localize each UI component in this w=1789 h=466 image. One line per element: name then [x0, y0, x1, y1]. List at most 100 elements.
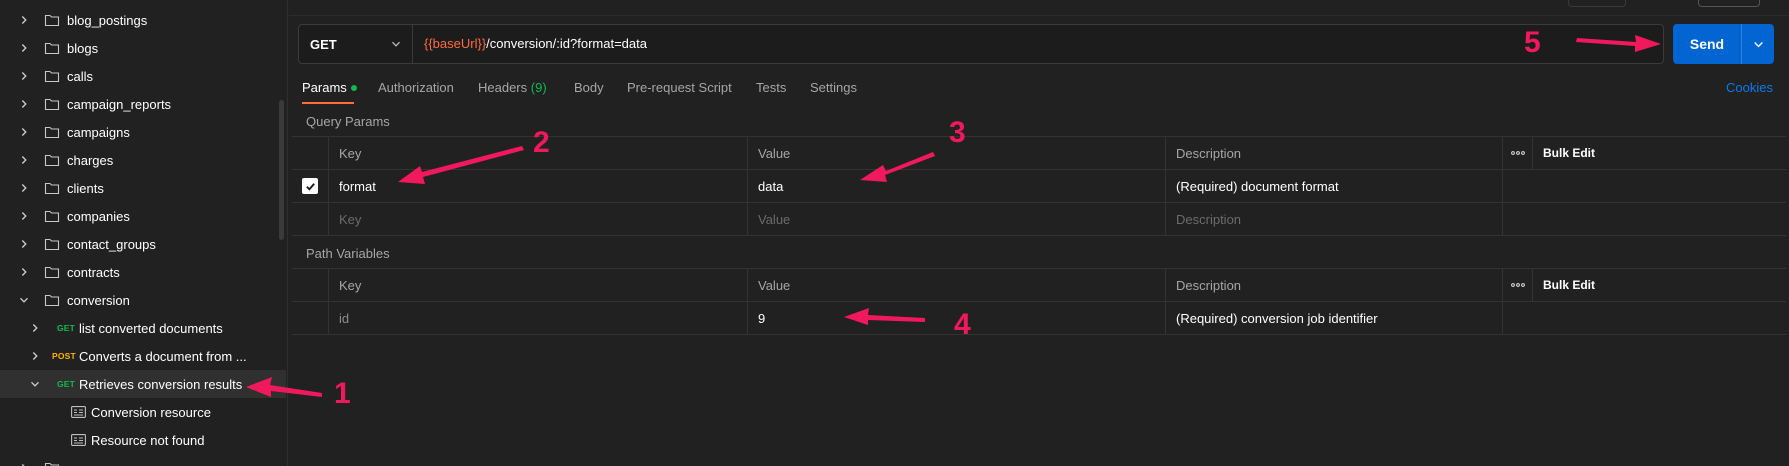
param-key-input[interactable]: format	[329, 170, 748, 202]
chevron-down-icon	[1753, 41, 1763, 48]
path-variables-title: Path Variables	[306, 246, 390, 261]
chevron-right-icon[interactable]	[19, 99, 29, 109]
tab-tests[interactable]: Tests	[756, 80, 786, 95]
url-variable: {{baseUrl}}	[424, 36, 487, 51]
folder-label: conversion	[67, 292, 130, 308]
sidebar-example-item[interactable]: Conversion resource	[0, 398, 286, 426]
annotation-number-4: 4	[954, 308, 971, 341]
folder-icon	[44, 126, 60, 139]
sidebar-folder-contact-groups[interactable]: contact_groups	[0, 230, 286, 258]
chevron-right-icon[interactable]	[19, 71, 29, 81]
bulk-edit-button[interactable]: Bulk Edit	[1533, 269, 1786, 301]
collections-sidebar: blog_postingsblogs calls campaign_reportsc…	[0, 0, 288, 466]
params-active-dot	[350, 85, 357, 91]
row-spacer	[1503, 170, 1533, 202]
sidebar-folder-blog-postings[interactable]: blog_postings	[0, 6, 286, 34]
folder-icon	[44, 210, 60, 223]
tab-body[interactable]: Body	[574, 80, 604, 95]
folder-label: calls	[67, 68, 94, 84]
folder-label: contact_groups	[67, 236, 156, 252]
check-icon	[305, 182, 315, 191]
annotation-number-5: 5	[1524, 26, 1541, 59]
more-options-icon[interactable]	[1503, 137, 1533, 169]
request-label: list converted documents	[79, 320, 223, 336]
folder-icon	[44, 238, 60, 251]
new-value-input[interactable]: Value	[748, 203, 1166, 235]
folder-label: blogs	[67, 40, 99, 56]
empty-check-cell	[292, 203, 329, 235]
example-label: Conversion resource	[91, 404, 211, 420]
sidebar-folder-companies[interactable]: companies	[0, 202, 286, 230]
folder-label: clients	[67, 180, 104, 196]
folder-icon	[44, 462, 60, 466]
new-key-input[interactable]: Key	[329, 203, 748, 235]
chevron-right-icon[interactable]	[30, 351, 40, 361]
table-row: id 9 (Required) conversion job identifie…	[292, 302, 1786, 335]
request-label: Converts a document from ...	[79, 348, 247, 364]
chevron-right-icon[interactable]	[19, 183, 29, 193]
param-description-input[interactable]: (Required) document format	[1166, 170, 1503, 202]
sidebar-request-item[interactable]: POST Converts a document from ...	[0, 342, 286, 370]
column-header-description: Description	[1166, 137, 1503, 169]
sidebar-folder-calls[interactable]: calls	[0, 62, 286, 90]
sidebar-request-item[interactable]: GET list converted documents	[0, 314, 286, 342]
tab-headers[interactable]: Headers (9)	[478, 80, 547, 95]
example-icon	[71, 406, 86, 418]
folder-icon	[44, 266, 60, 279]
param-value-input[interactable]: data	[748, 170, 1166, 202]
send-button[interactable]: Send	[1673, 24, 1741, 64]
folder-icon	[44, 70, 60, 83]
chevron-right-icon[interactable]	[19, 15, 29, 25]
annotation-number-2: 2	[533, 126, 550, 159]
chevron-right-icon[interactable]	[30, 323, 40, 333]
chevron-down-icon[interactable]	[19, 295, 29, 305]
folder-icon	[44, 42, 60, 55]
path-variable-key: id	[329, 302, 748, 334]
sidebar-request-item[interactable]: GET Retrieves conversion results	[0, 370, 286, 398]
new-description-input[interactable]: Description	[1166, 203, 1503, 235]
header-check-cell	[292, 269, 329, 301]
column-header-value: Value	[748, 269, 1166, 301]
toolbar-stub	[1568, 0, 1626, 7]
tab-settings[interactable]: Settings	[810, 80, 857, 95]
tab-authorization[interactable]: Authorization	[378, 80, 454, 95]
cookies-link[interactable]: Cookies	[1726, 80, 1773, 95]
sidebar-folder-campaigns[interactable]: campaigns	[0, 118, 286, 146]
chevron-right-icon[interactable]	[19, 211, 29, 221]
sidebar-folder-contracts[interactable]: contracts	[0, 258, 286, 286]
bulk-edit-button[interactable]: Bulk Edit	[1533, 137, 1786, 169]
chevron-right-icon[interactable]	[19, 127, 29, 137]
sidebar-example-item[interactable]: Resource not found	[0, 426, 286, 454]
param-enabled-checkbox[interactable]	[302, 178, 318, 194]
tab-pre-request-script[interactable]: Pre-request Script	[627, 80, 732, 95]
folder-label: campaign_reports	[67, 96, 172, 112]
send-options-button[interactable]	[1741, 24, 1774, 64]
chevron-right-icon[interactable]	[19, 267, 29, 277]
folder-icon	[44, 294, 60, 307]
sidebar-folder-charges[interactable]: charges	[0, 146, 286, 174]
method-select[interactable]: GET	[299, 25, 413, 63]
url-input[interactable]: {{baseUrl}}/conversion/:id?format=data	[424, 36, 647, 51]
request-label: Retrieves conversion results	[79, 376, 243, 392]
sidebar-folder-blogs[interactable]: blogs	[0, 34, 286, 62]
active-tab-indicator	[302, 102, 354, 104]
url-path: /conversion/:id?format=data	[486, 36, 647, 51]
sidebar-folder-partial[interactable]	[0, 454, 286, 466]
more-options-icon[interactable]	[1503, 269, 1533, 301]
method-badge: GET	[57, 379, 76, 389]
chevron-right-icon[interactable]	[19, 239, 29, 249]
chevron-right-icon[interactable]	[19, 43, 29, 53]
folder-label: companies	[67, 208, 130, 224]
chevron-down-icon[interactable]	[30, 379, 40, 389]
chevron-right-icon[interactable]	[19, 155, 29, 165]
sidebar-folder-clients[interactable]: clients	[0, 174, 286, 202]
request-editor: GET {{baseUrl}}/conversion/:id?format=da…	[289, 0, 1789, 466]
example-icon	[71, 434, 86, 446]
sidebar-folder-campaign-reports[interactable]: campaign_reports	[0, 90, 286, 118]
path-variable-description-input[interactable]: (Required) conversion job identifier	[1166, 302, 1503, 334]
method-badge: POST	[52, 351, 76, 361]
chevron-down-icon	[392, 41, 400, 47]
param-checkbox-cell	[292, 170, 329, 202]
sidebar-folder-conversion[interactable]: conversion	[0, 286, 286, 314]
tab-params[interactable]: Params	[302, 80, 357, 95]
